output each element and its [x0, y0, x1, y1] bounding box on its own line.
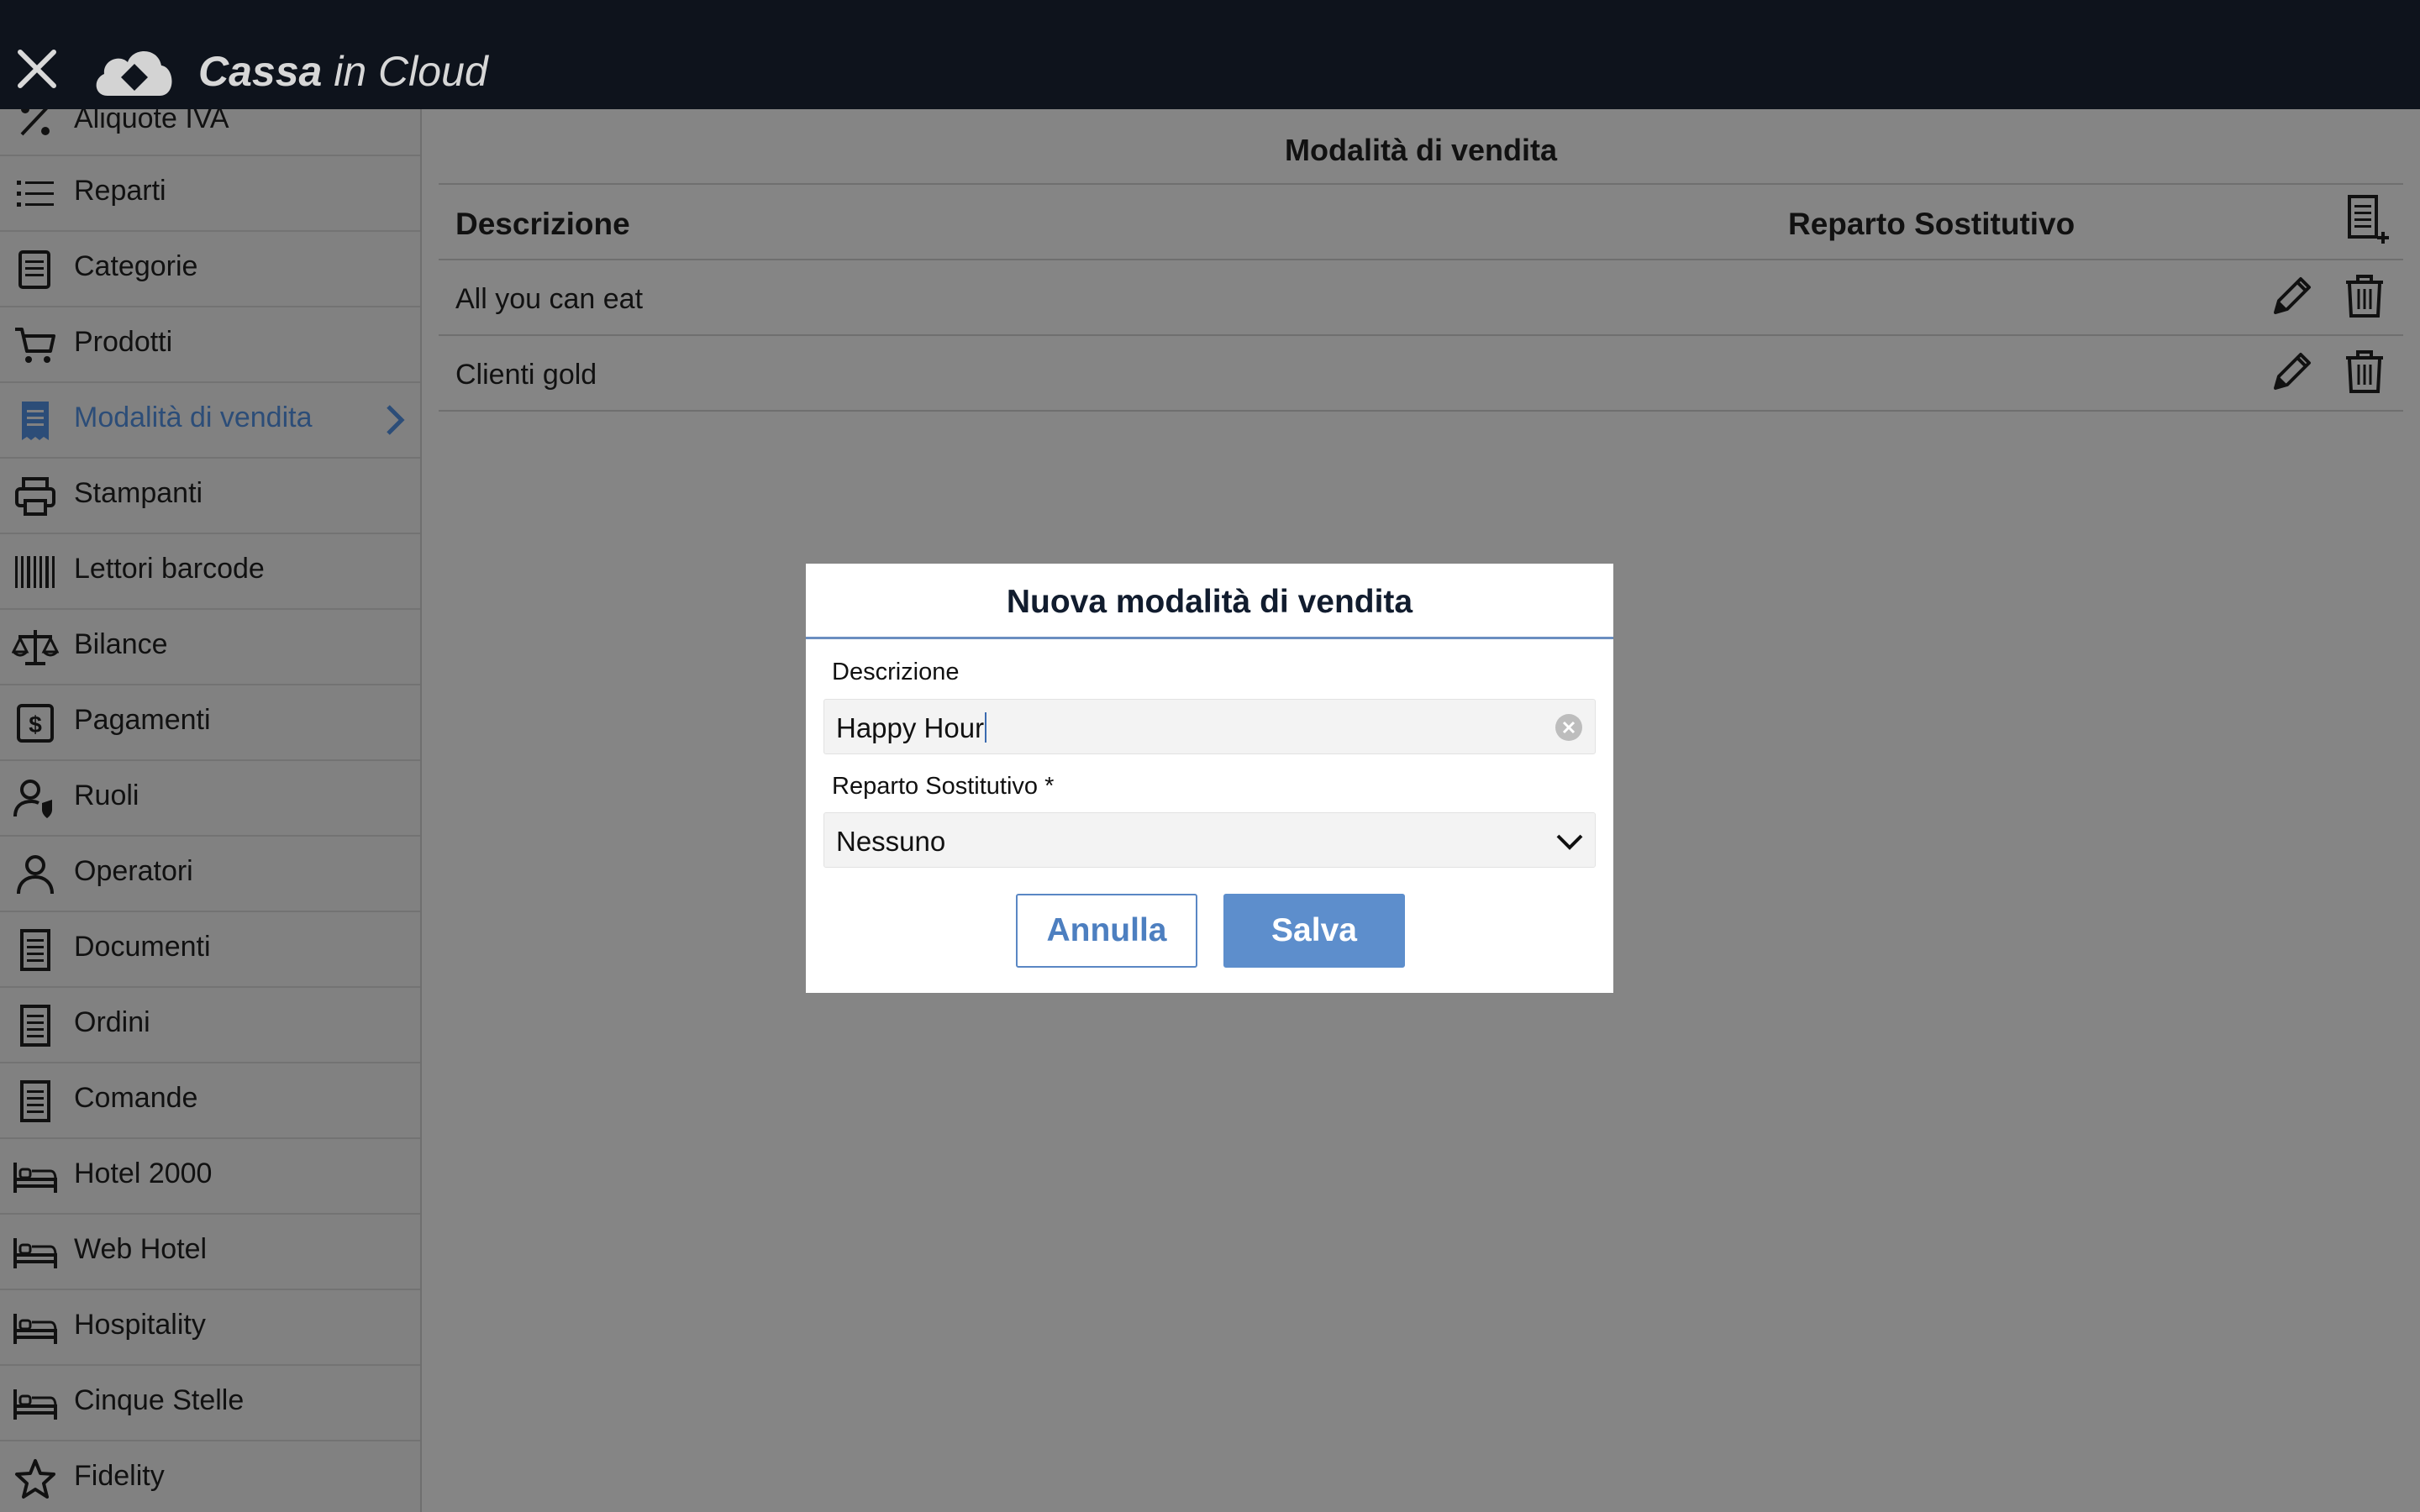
sidebar-item-label: Operatori	[74, 855, 193, 887]
brand-name: Cassa in Cloud	[198, 47, 488, 96]
bed-icon	[13, 1389, 57, 1420]
trash-icon[interactable]	[2341, 348, 2388, 396]
sidebar-item-modalita-di-vendita[interactable]: Modalità di vendita	[0, 383, 420, 459]
dialog-title-underline	[806, 637, 1613, 639]
sidebar-item-label: Reparti	[74, 175, 166, 207]
sidebar-item-comande[interactable]: Comande	[0, 1063, 420, 1139]
sidebar-item-label: Ruoli	[74, 780, 139, 811]
descrizione-value: Happy Hour	[836, 712, 987, 744]
sidebar-item-hotel-2000[interactable]: Hotel 2000	[0, 1139, 420, 1215]
sidebar-item-label: Documenti	[74, 931, 211, 963]
sidebar-item-label: Stampanti	[74, 477, 203, 509]
add-receipt-icon[interactable]	[2343, 195, 2390, 244]
table-cell-descrizione: All you can eat	[455, 283, 644, 315]
sidebar-item-label: Prodotti	[74, 326, 173, 358]
dialog-title: Nuova modalità di vendita	[1006, 584, 1413, 620]
sidebar-item-bilance[interactable]: Bilance	[0, 610, 420, 685]
chevron-down-icon	[1556, 834, 1583, 850]
column-header-descrizione: Descrizione	[455, 207, 630, 241]
document-icon	[20, 929, 50, 971]
close-icon[interactable]	[12, 44, 62, 94]
sidebar-item-label: Pagamenti	[74, 704, 211, 736]
trash-icon[interactable]	[2341, 272, 2388, 321]
printer-icon	[15, 477, 55, 516]
receipt-icon	[22, 402, 49, 440]
star-icon	[15, 1459, 55, 1499]
divider	[439, 183, 2403, 185]
sidebar-item-cinque-stelle[interactable]: Cinque Stelle	[0, 1366, 420, 1441]
category-icon	[18, 250, 50, 289]
cancel-button[interactable]: Annulla	[1016, 894, 1197, 968]
barcode-icon	[15, 556, 55, 588]
descrizione-input[interactable]: Happy Hour	[823, 699, 1596, 754]
sidebar-item-fidelity[interactable]: Fidelity	[0, 1441, 420, 1512]
scale-icon	[12, 630, 59, 665]
document-icon	[20, 1005, 50, 1047]
sidebar: Aliquote IVA Reparti Categorie Prodotti …	[0, 84, 422, 1512]
sidebar-item-hospitality[interactable]: Hospitality	[0, 1290, 420, 1366]
sidebar-item-label: Categorie	[74, 250, 198, 282]
reparto-sostitutivo-value: Nessuno	[836, 826, 946, 857]
sidebar-item-label: Modalità di vendita	[74, 402, 313, 433]
sidebar-item-label: Lettori barcode	[74, 553, 265, 585]
sidebar-item-pagamenti[interactable]: $ Pagamenti	[0, 685, 420, 761]
sidebar-item-ruoli[interactable]: Ruoli	[0, 761, 420, 837]
sidebar-item-label: Hospitality	[74, 1309, 206, 1341]
bed-icon	[13, 1163, 57, 1193]
document-icon	[20, 1080, 50, 1122]
sidebar-item-label: Hotel 2000	[74, 1158, 213, 1189]
user-shield-icon	[13, 780, 52, 818]
new-sales-mode-dialog: Nuova modalità di vendita Descrizione Ha…	[806, 564, 1613, 993]
brand-bold: Cassa	[198, 48, 323, 95]
bed-icon	[13, 1314, 57, 1344]
sidebar-item-operatori[interactable]: Operatori	[0, 837, 420, 912]
descrizione-label: Descrizione	[832, 659, 960, 685]
sidebar-item-web-hotel[interactable]: Web Hotel	[0, 1215, 420, 1290]
pencil-icon[interactable]	[2267, 348, 2314, 396]
column-header-reparto-sostitutivo: Reparto Sostitutivo	[1788, 207, 2075, 241]
sidebar-item-label: Bilance	[74, 628, 168, 660]
sidebar-item-lettori-barcode[interactable]: Lettori barcode	[0, 534, 420, 610]
top-bar: Cassa in Cloud	[0, 0, 2420, 109]
sidebar-item-stampanti[interactable]: Stampanti	[0, 459, 420, 534]
sidebar-item-categorie[interactable]: Categorie	[0, 232, 420, 307]
sidebar-item-documenti[interactable]: Documenti	[0, 912, 420, 988]
clear-icon[interactable]	[1555, 713, 1583, 742]
save-button[interactable]: Salva	[1223, 894, 1405, 968]
sidebar-item-label: Ordini	[74, 1006, 150, 1038]
sidebar-item-prodotti[interactable]: Prodotti	[0, 307, 420, 383]
sidebar-item-label: Comande	[74, 1082, 198, 1114]
sidebar-item-label: Fidelity	[74, 1460, 165, 1492]
list-icon	[17, 181, 54, 207]
brand-rest: in Cloud	[322, 48, 488, 95]
text-cursor	[985, 712, 987, 743]
dollar-icon: $	[17, 704, 54, 743]
pencil-icon[interactable]	[2267, 272, 2314, 321]
cloud-logo-icon	[96, 50, 172, 96]
cart-icon	[15, 328, 55, 363]
user-icon	[17, 855, 54, 895]
svg-text:$: $	[29, 711, 42, 738]
divider	[439, 259, 2403, 260]
divider	[439, 410, 2403, 412]
descrizione-text: Happy Hour	[836, 712, 985, 743]
table-cell-descrizione: Clienti gold	[455, 359, 597, 391]
sidebar-item-label: Web Hotel	[74, 1233, 208, 1265]
reparto-sostitutivo-select[interactable]: Nessuno	[823, 812, 1596, 868]
chevron-right-icon	[387, 405, 405, 435]
sidebar-item-ordini[interactable]: Ordini	[0, 988, 420, 1063]
divider	[439, 334, 2403, 336]
page-title: Modalità di vendita	[1284, 133, 1558, 167]
sidebar-item-label: Cinque Stelle	[74, 1384, 245, 1416]
bed-icon	[13, 1238, 57, 1268]
sidebar-item-reparti[interactable]: Reparti	[0, 156, 420, 232]
reparto-sostitutivo-label: Reparto Sostitutivo *	[832, 773, 1055, 800]
